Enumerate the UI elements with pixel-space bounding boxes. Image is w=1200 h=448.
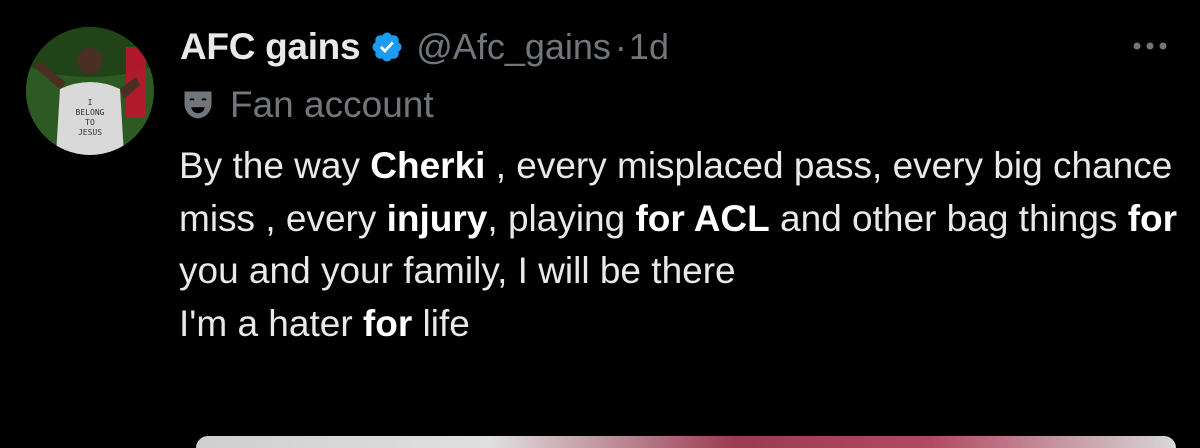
- svg-text:JESUS: JESUS: [78, 128, 102, 137]
- verified-badge-icon[interactable]: [370, 30, 404, 64]
- tweet-text: By the way Cherki , every misplaced pass…: [179, 140, 1179, 350]
- avatar-image: I BELONG TO JESUS: [26, 27, 154, 155]
- svg-text:TO: TO: [85, 118, 95, 127]
- separator-dot: ·: [614, 26, 627, 67]
- tweet-header: AFC gains @Afc_gains · 1d: [180, 22, 669, 72]
- mask-icon: [180, 87, 216, 123]
- fan-account-label: Fan account: [230, 84, 434, 125]
- text-segment: you and your family, I will be there: [179, 250, 736, 291]
- text-segment: By the way: [179, 145, 371, 186]
- text-segment: , playing: [487, 197, 636, 239]
- account-label: Fan account: [180, 80, 434, 130]
- svg-text:BELONG: BELONG: [76, 108, 105, 117]
- text-segment: life: [412, 302, 470, 344]
- more-options-icon: [1133, 42, 1167, 50]
- text-segment-bold: Cherki: [370, 145, 486, 186]
- text-segment-bold: for ACL: [635, 197, 770, 239]
- text-segment: and other bag things: [769, 197, 1128, 239]
- tweet[interactable]: I BELONG TO JESUS AFC gains @Afc_gains ·…: [0, 0, 1200, 448]
- avatar[interactable]: I BELONG TO JESUS: [26, 27, 154, 155]
- display-name[interactable]: AFC gains: [180, 26, 361, 68]
- text-segment-bold: for: [1127, 197, 1178, 239]
- timestamp[interactable]: 1d: [629, 26, 669, 68]
- text-segment-bold: injury: [386, 197, 488, 239]
- media-attachment[interactable]: [196, 436, 1176, 448]
- text-segment-bold: for: [362, 302, 413, 344]
- more-options-button[interactable]: [1130, 36, 1170, 56]
- svg-text:I: I: [88, 98, 93, 107]
- user-handle[interactable]: @Afc_gains: [416, 26, 611, 68]
- text-segment: I'm a hater: [179, 302, 363, 344]
